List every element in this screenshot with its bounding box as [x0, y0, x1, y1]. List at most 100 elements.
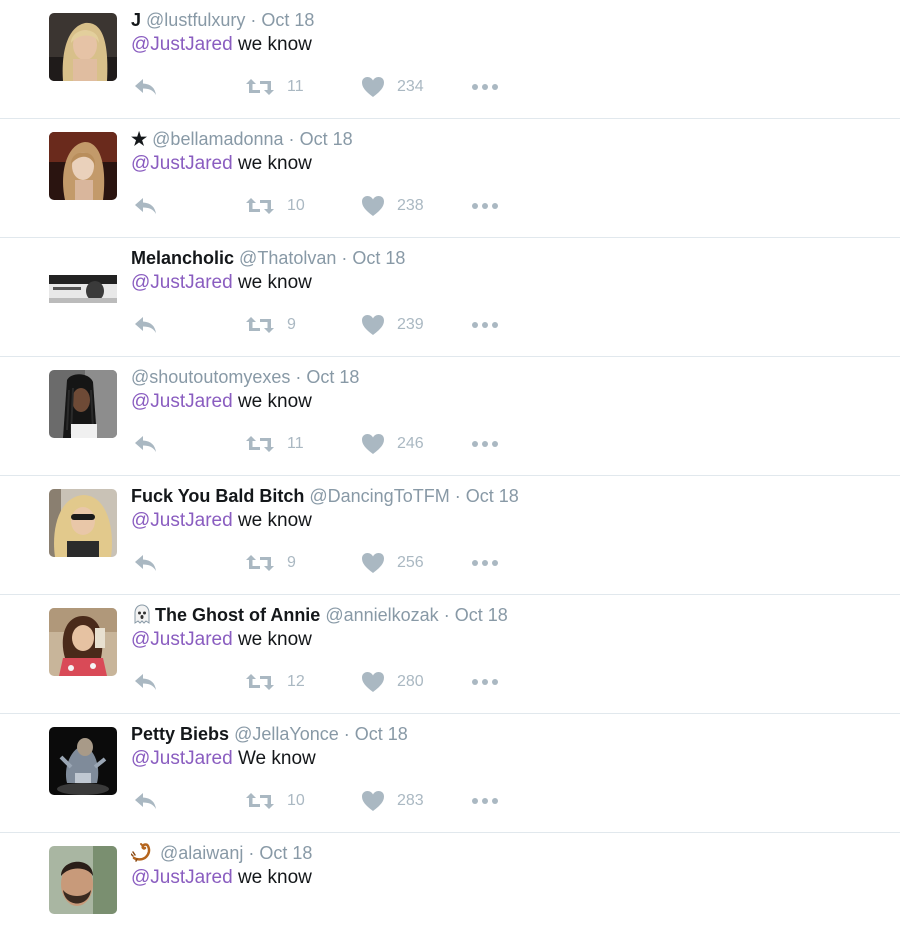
- retweet-button[interactable]: 11: [245, 432, 304, 456]
- retweet-button[interactable]: 11: [245, 75, 304, 99]
- separator: ·: [341, 248, 348, 268]
- timestamp[interactable]: Oct 18: [466, 486, 519, 506]
- timestamp[interactable]: Oct 18: [455, 605, 508, 625]
- avatar[interactable]: [49, 846, 117, 914]
- tweet-body: We know: [232, 748, 316, 769]
- like-count: 238: [397, 197, 424, 214]
- tweet[interactable]: @shoutoutomyexes · Oct 18 @JustJared we …: [0, 357, 900, 476]
- avatar[interactable]: [49, 608, 117, 676]
- timestamp[interactable]: Oct 18: [300, 129, 353, 149]
- more-options-button[interactable]: [471, 670, 499, 694]
- tweet-actions: 12 280: [131, 670, 531, 694]
- retweet-button[interactable]: 9: [245, 551, 296, 575]
- tweet[interactable]: Petty Biebs @JellaYonce · Oct 18 @JustJa…: [0, 714, 900, 833]
- more-options-button[interactable]: [471, 432, 499, 456]
- like-button[interactable]: 256: [361, 551, 424, 575]
- like-button[interactable]: 283: [361, 789, 424, 813]
- reply-icon: [135, 555, 156, 571]
- reply-button[interactable]: [134, 551, 158, 575]
- separator: ·: [443, 605, 450, 625]
- reply-button[interactable]: [134, 432, 158, 456]
- username[interactable]: @alaiwanj: [160, 843, 243, 863]
- retweet-button[interactable]: 9: [245, 313, 296, 337]
- display-name[interactable]: Petty Biebs: [131, 724, 229, 744]
- mention-link[interactable]: @JustJared: [131, 629, 233, 650]
- timestamp[interactable]: Oct 18: [259, 843, 312, 863]
- like-button[interactable]: 239: [361, 313, 424, 337]
- more-options-button[interactable]: [471, 789, 499, 813]
- timestamp[interactable]: Oct 18: [306, 367, 359, 387]
- tweet-actions: 11 234: [131, 75, 531, 99]
- username[interactable]: @Thatolvan: [239, 248, 336, 268]
- reply-icon: [135, 793, 156, 809]
- avatar[interactable]: [49, 370, 117, 438]
- tweet-text: @JustJared we know: [131, 390, 312, 414]
- username[interactable]: @annielkozak: [325, 605, 438, 625]
- tweet[interactable]: ★ @bellamadonna · Oct 18 @JustJared we k…: [0, 119, 900, 238]
- like-button[interactable]: 246: [361, 432, 424, 456]
- reply-button[interactable]: [134, 194, 158, 218]
- more-options-button[interactable]: [471, 194, 499, 218]
- timestamp[interactable]: Oct 18: [355, 724, 408, 744]
- more-dots-icon: [472, 560, 498, 566]
- mention-link[interactable]: @JustJared: [131, 510, 233, 531]
- separator: ·: [343, 724, 350, 744]
- username[interactable]: @lustfulxury: [146, 10, 245, 30]
- like-button[interactable]: 238: [361, 194, 424, 218]
- tweet-header: Melancholic @Thatolvan · Oct 18: [131, 247, 405, 269]
- reply-button[interactable]: [134, 313, 158, 337]
- display-name[interactable]: Melancholic: [131, 248, 234, 268]
- display-name[interactable]: ★: [131, 129, 147, 149]
- mention-link[interactable]: @JustJared: [131, 153, 233, 174]
- mention-link[interactable]: @JustJared: [131, 867, 233, 888]
- avatar[interactable]: [49, 132, 117, 200]
- tweet-header: The Ghost of Annie @annielkozak · Oct 18: [131, 604, 508, 626]
- more-options-button[interactable]: [471, 313, 499, 337]
- reply-button[interactable]: [134, 789, 158, 813]
- tweet-text: @JustJared we know: [131, 866, 312, 890]
- tweet-actions: 10 238: [131, 194, 531, 218]
- retweet-button[interactable]: 10: [245, 194, 305, 218]
- timestamp[interactable]: Oct 18: [352, 248, 405, 268]
- tweet-actions: 9 239: [131, 313, 531, 337]
- more-dots-icon: [472, 798, 498, 804]
- retweet-button[interactable]: 10: [245, 789, 305, 813]
- mention-link[interactable]: @JustJared: [131, 272, 233, 293]
- more-dots-icon: [472, 84, 498, 90]
- separator: ·: [295, 367, 302, 387]
- retweet-count: 10: [287, 792, 305, 809]
- tweet-body: we know: [232, 510, 312, 531]
- tweet[interactable]: Melancholic @Thatolvan · Oct 18 @JustJar…: [0, 238, 900, 357]
- like-count: 280: [397, 673, 424, 690]
- username[interactable]: @DancingToTFM: [309, 486, 449, 506]
- avatar[interactable]: [49, 275, 117, 303]
- like-button[interactable]: 280: [361, 670, 424, 694]
- tweet[interactable]: J @lustfulxury · Oct 18 @JustJared we kn…: [0, 0, 900, 119]
- mention-link[interactable]: @JustJared: [131, 391, 233, 412]
- like-button[interactable]: 234: [361, 75, 424, 99]
- avatar[interactable]: [49, 13, 117, 81]
- display-name[interactable]: Fuck You Bald Bitch: [131, 486, 304, 506]
- display-name[interactable]: J: [131, 10, 141, 30]
- username[interactable]: @bellamadonna: [152, 129, 283, 149]
- reply-button[interactable]: [134, 670, 158, 694]
- tweet[interactable]: @alaiwanj · Oct 18 @JustJared we know: [0, 833, 900, 952]
- tweet[interactable]: The Ghost of Annie @annielkozak · Oct 18…: [0, 595, 900, 714]
- tweet-text: @JustJared we know: [131, 152, 312, 176]
- more-options-button[interactable]: [471, 75, 499, 99]
- mention-link[interactable]: @JustJared: [131, 748, 233, 769]
- mention-link[interactable]: @JustJared: [131, 34, 233, 55]
- reply-button[interactable]: [134, 75, 158, 99]
- username[interactable]: @JellaYonce: [234, 724, 339, 744]
- display-name[interactable]: The Ghost of Annie: [155, 605, 320, 625]
- like-count: 283: [397, 792, 424, 809]
- scorpion-icon: [131, 843, 151, 862]
- more-options-button[interactable]: [471, 551, 499, 575]
- avatar[interactable]: [49, 489, 117, 557]
- tweet-feed: J @lustfulxury · Oct 18 @JustJared we kn…: [0, 0, 900, 952]
- timestamp[interactable]: Oct 18: [261, 10, 314, 30]
- avatar[interactable]: [49, 727, 117, 795]
- retweet-button[interactable]: 12: [245, 670, 305, 694]
- tweet[interactable]: Fuck You Bald Bitch @DancingToTFM · Oct …: [0, 476, 900, 595]
- username[interactable]: @shoutoutomyexes: [131, 367, 290, 387]
